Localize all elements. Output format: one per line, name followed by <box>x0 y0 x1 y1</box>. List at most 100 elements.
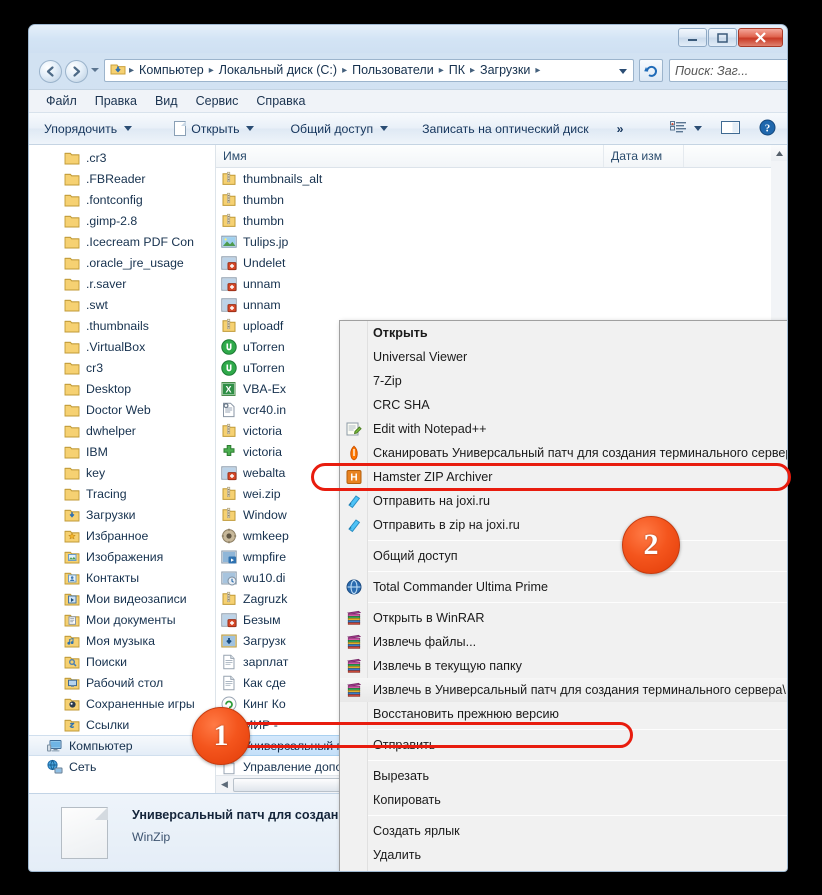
context-menu-item-22[interactable]: Вырезать <box>340 764 787 788</box>
sidebar-item-27[interactable]: Ссылки <box>29 714 214 735</box>
context-menu-item-6[interactable]: H Hamster ZIP Archiver <box>340 465 787 489</box>
column-header-date[interactable]: Дата изм <box>604 145 684 167</box>
sidebar-item-16[interactable]: Tracing <box>29 483 214 504</box>
sidebar-item-28[interactable]: Компьютер <box>29 735 214 756</box>
sidebar-item-12[interactable]: Doctor Web <box>29 399 214 420</box>
back-button[interactable] <box>39 60 62 83</box>
sidebar-item-22[interactable]: Мои документы <box>29 609 214 630</box>
close-button[interactable] <box>738 28 783 47</box>
sidebar-item-11[interactable]: Desktop <box>29 378 214 399</box>
table-row[interactable]: unnam <box>216 294 787 315</box>
breadcrumb-item-0[interactable]: Компьютер <box>135 60 208 81</box>
search-input[interactable]: Поиск: Заг... <box>675 64 787 78</box>
overflow-button[interactable]: » <box>610 118 631 140</box>
sidebar-item-24[interactable]: Поиски <box>29 651 214 672</box>
sidebar-item-4[interactable]: .Icecream PDF Con <box>29 231 214 252</box>
table-row[interactable]: Undelet <box>216 252 787 273</box>
breadcrumb-item-2[interactable]: Пользователи <box>348 60 438 81</box>
breadcrumb-item-1[interactable]: Локальный диск (C:) <box>215 60 341 81</box>
preview-pane-button[interactable] <box>709 116 747 142</box>
context-menu-item-0[interactable]: Открыть <box>340 321 787 345</box>
breadcrumb-item-4[interactable]: Загрузки <box>476 60 534 81</box>
folder-icon <box>64 171 80 187</box>
context-menu-item-14[interactable]: Открыть в WinRAR <box>340 606 787 630</box>
sidebar-item-label: .oracle_jre_usage <box>86 255 184 270</box>
table-row[interactable]: unnam <box>216 273 787 294</box>
sidebar-item-20[interactable]: Контакты <box>29 567 214 588</box>
context-menu-item-12[interactable]: Total Commander Ultima Prime <box>340 575 787 599</box>
context-menu-item-17[interactable]: Извлечь в Универсальный патч для создани… <box>340 678 787 702</box>
sidebar-item-6[interactable]: .r.saver <box>29 273 214 294</box>
menu-edit[interactable]: Правка <box>86 91 146 111</box>
sidebar-item-5[interactable]: .oracle_jre_usage <box>29 252 214 273</box>
sidebar-item-25[interactable]: Рабочий стол <box>29 672 214 693</box>
context-menu-item-4[interactable]: Edit with Notepad++ <box>340 417 787 441</box>
sidebar-item-1[interactable]: .FBReader <box>29 168 214 189</box>
refresh-button[interactable] <box>639 59 663 82</box>
context-menu-item-16[interactable]: Извлечь в текущую папку <box>340 654 787 678</box>
sidebar-item-8[interactable]: .thumbnails <box>29 315 214 336</box>
sidebar-item-17[interactable]: Загрузки <box>29 504 214 525</box>
menu-file[interactable]: Файл <box>37 91 86 111</box>
sidebar-item-10[interactable]: cr3 <box>29 357 214 378</box>
file-name: Undelet <box>243 255 286 270</box>
forward-button[interactable] <box>65 60 88 83</box>
context-menu-item-26[interactable]: Удалить <box>340 843 787 867</box>
menu-view[interactable]: Вид <box>146 91 187 111</box>
context-menu-item-27[interactable]: Переименовать <box>340 867 787 871</box>
menu-tools[interactable]: Сервис <box>187 91 248 111</box>
context-menu-item-7[interactable]: Отправить на joxi.ru <box>340 489 787 513</box>
navigation-pane[interactable]: .cr3 .FBReader .fontconfig .gimp-2.8 .Icecre… <box>29 145 214 793</box>
sidebar-item-29[interactable]: Сеть <box>29 756 214 777</box>
sidebar-item-18[interactable]: Избранное <box>29 525 214 546</box>
context-menu-item-2[interactable]: 7-Zip <box>340 369 787 393</box>
table-row[interactable]: thumbn <box>216 210 787 231</box>
sidebar-item-21[interactable]: Мои видеозаписи <box>29 588 214 609</box>
file-name: Безым <box>243 612 281 627</box>
share-button[interactable]: Общий доступ <box>283 118 395 140</box>
burn-button[interactable]: Записать на оптический диск <box>415 118 596 140</box>
recent-locations-dropdown[interactable] <box>91 68 99 72</box>
chevron-down-icon[interactable] <box>619 69 627 74</box>
maximize-button[interactable] <box>708 28 737 47</box>
organize-button[interactable]: Упорядочить <box>37 118 139 140</box>
context-menu-item-25[interactable]: Создать ярлык <box>340 819 787 843</box>
context-menu-item-10[interactable]: Общий доступ <box>340 544 787 568</box>
menu-help[interactable]: Справка <box>247 91 314 111</box>
context-menu-item-18[interactable]: Восстановить прежнюю версию <box>340 702 787 726</box>
context-menu-item-1[interactable]: Universal Viewer <box>340 345 787 369</box>
context-menu-item-23[interactable]: Копировать <box>340 788 787 812</box>
address-bar[interactable]: ▸ Компьютер ▸ Локальный диск (C:) ▸ Поль… <box>104 59 634 82</box>
folder-icon <box>64 465 80 481</box>
sidebar-item-19[interactable]: Изображения <box>29 546 214 567</box>
context-menu-item-5[interactable]: Сканировать Универсальный патч для созда… <box>340 441 787 465</box>
context-menu-item-3[interactable]: CRC SHA <box>340 393 787 417</box>
sidebar-item-2[interactable]: .fontconfig <box>29 189 214 210</box>
sidebar-item-9[interactable]: .VirtualBox <box>29 336 214 357</box>
sidebar-item-0[interactable]: .cr3 <box>29 147 214 168</box>
table-row[interactable]: thumbn <box>216 189 787 210</box>
search-box[interactable]: Поиск: Заг... <box>669 59 787 82</box>
help-button[interactable]: ? <box>747 115 783 143</box>
context-menu[interactable]: Открыть Universal Viewer 7-Zip CRC SHA Edit … <box>339 320 787 871</box>
breadcrumb-item-3[interactable]: ПК <box>445 60 469 81</box>
change-view-button[interactable] <box>663 116 709 142</box>
context-menu-item-15[interactable]: Извлечь файлы... <box>340 630 787 654</box>
context-menu-item-8[interactable]: Отправить в zip на joxi.ru <box>340 513 787 537</box>
sidebar-item-14[interactable]: IBM <box>29 441 214 462</box>
context-menu-item-20[interactable]: Отправить <box>340 733 787 757</box>
open-button[interactable]: Открыть <box>167 117 261 140</box>
table-row[interactable]: thumbnails_alt <box>216 168 787 189</box>
scroll-left-button[interactable]: ◀ <box>216 776 233 793</box>
sidebar-item-7[interactable]: .swt <box>29 294 214 315</box>
explorer-window: ▸ Компьютер ▸ Локальный диск (C:) ▸ Поль… <box>28 24 788 872</box>
sidebar-item-13[interactable]: dwhelper <box>29 420 214 441</box>
sidebar-item-26[interactable]: Сохраненные игры <box>29 693 214 714</box>
minimize-button[interactable] <box>678 28 707 47</box>
sidebar-item-3[interactable]: .gimp-2.8 <box>29 210 214 231</box>
sidebar-item-23[interactable]: Моя музыка <box>29 630 214 651</box>
column-header-name[interactable]: Имя <box>216 145 604 167</box>
scroll-up-button[interactable] <box>771 145 787 161</box>
table-row[interactable]: Tulips.jp <box>216 231 787 252</box>
sidebar-item-15[interactable]: key <box>29 462 214 483</box>
